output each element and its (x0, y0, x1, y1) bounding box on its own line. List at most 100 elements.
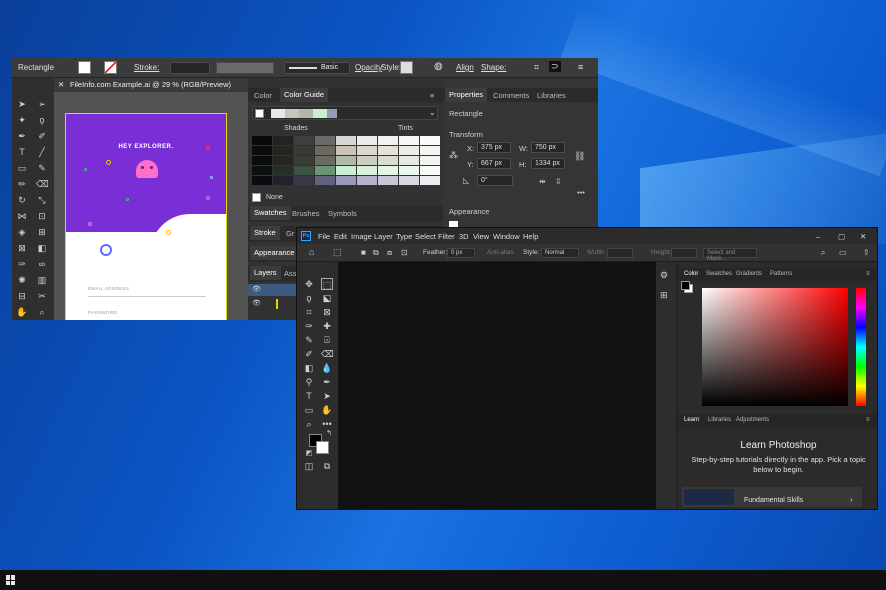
shade-swatch[interactable] (399, 136, 419, 145)
shade-swatch[interactable] (273, 156, 293, 165)
shape-builder-icon[interactable]: ◈ (16, 226, 28, 238)
properties-icon[interactable]: ⊞ (660, 290, 668, 301)
shade-swatch[interactable] (315, 176, 335, 185)
close-tab-icon[interactable]: ✕ (58, 80, 64, 89)
history-brush-icon[interactable]: ✐ (303, 348, 315, 360)
harmony-bar[interactable]: ⌄ (252, 106, 438, 120)
zoom-tool-icon[interactable]: ⌕ (303, 418, 315, 430)
h-field[interactable]: 1334 px (531, 158, 565, 169)
menu-layer[interactable]: Layer (374, 232, 393, 241)
panel-menu-icon[interactable]: ≡ (866, 271, 870, 277)
shade-swatch[interactable] (357, 166, 377, 175)
shade-swatch[interactable] (273, 146, 293, 155)
shade-swatch[interactable] (336, 156, 356, 165)
fill-swatch[interactable] (78, 61, 91, 74)
style-select[interactable]: Normal (541, 248, 579, 258)
shade-swatch[interactable] (357, 146, 377, 155)
menu-icon[interactable]: ≡ (578, 62, 583, 72)
menu-help[interactable]: Help (523, 232, 538, 241)
panel-foreground-swatch[interactable] (681, 281, 690, 290)
stroke-label[interactable]: Stroke: (134, 63, 159, 72)
brush-tool-icon[interactable]: ✎ (303, 334, 315, 346)
tab-libraries[interactable]: Libraries (537, 91, 566, 100)
shade-swatch[interactable] (315, 156, 335, 165)
shade-swatch[interactable] (420, 146, 440, 155)
shade-swatch[interactable] (378, 176, 398, 185)
magic-wand-icon[interactable]: ✦ (16, 114, 28, 126)
opacity-label[interactable]: Opacity (355, 63, 382, 72)
paintbrush-tool-icon[interactable]: ✎ (36, 162, 48, 174)
shade-swatch[interactable] (252, 176, 272, 185)
history-icon[interactable]: ⚙ (660, 270, 668, 281)
shade-swatch[interactable] (252, 146, 272, 155)
type-tool-icon[interactable]: T (303, 390, 315, 402)
object-selection-icon[interactable]: ⬕ (321, 292, 333, 304)
pen-tool-icon[interactable]: ✒ (16, 130, 28, 142)
move-tool-icon[interactable]: ✥ (303, 278, 315, 290)
healing-brush-icon[interactable]: ✚ (321, 320, 333, 332)
menu-file[interactable]: File (318, 232, 330, 241)
eraser-tool-icon[interactable]: ⌫ (36, 178, 49, 190)
tab-color[interactable]: Color (254, 91, 272, 100)
align-label[interactable]: Align (456, 63, 474, 72)
eye-icon[interactable]: 👁 (252, 285, 261, 293)
gradient-tool-icon[interactable]: ◧ (303, 362, 315, 374)
shade-swatch[interactable] (294, 176, 314, 185)
transform-icon[interactable]: ⌗ (534, 62, 539, 73)
shade-swatch[interactable] (420, 156, 440, 165)
shade-swatch[interactable] (294, 136, 314, 145)
path-selection-icon[interactable]: ➤ (321, 390, 333, 402)
height-field[interactable] (671, 248, 697, 258)
gradient-tool-icon[interactable]: ◧ (36, 242, 48, 254)
intersect-selection-icon[interactable]: ⊡ (401, 248, 408, 257)
tab-libraries[interactable]: Libraries (708, 417, 731, 423)
shade-swatch[interactable] (357, 136, 377, 145)
color-picker-field[interactable] (702, 288, 848, 406)
shade-swatch[interactable] (399, 176, 419, 185)
antialias-checkbox[interactable]: Anti-alias (487, 249, 514, 256)
shaper-tool-icon[interactable]: ✏ (16, 178, 28, 190)
type-tool-icon[interactable]: T (16, 146, 28, 158)
angle-field[interactable]: 0° (477, 175, 513, 186)
tab-appearance[interactable]: Appearance (250, 246, 299, 260)
feather-field[interactable]: 0 px (447, 248, 475, 258)
tab-learn[interactable]: Learn (684, 417, 699, 423)
eyedropper-tool-icon[interactable]: ✑ (16, 258, 28, 270)
hue-slider[interactable] (856, 288, 866, 406)
more-options-icon[interactable]: ••• (577, 188, 585, 197)
selection-tool-icon[interactable]: ➤ (16, 98, 28, 110)
tab-swatches[interactable]: Swatches (706, 271, 732, 277)
y-field[interactable]: 667 px (477, 158, 511, 169)
hand-tool-icon[interactable]: ✋ (16, 306, 28, 318)
tab-swatches[interactable]: Swatches (250, 206, 291, 220)
close-icon[interactable]: ✕ (860, 232, 866, 241)
menu-edit[interactable]: Edit (334, 232, 347, 241)
tab-brushes[interactable]: Brushes (292, 209, 320, 218)
workspace-icon[interactable]: ▭ (839, 248, 847, 257)
x-field[interactable]: 375 px (477, 142, 511, 153)
lasso-tool-icon[interactable]: ϙ (303, 292, 315, 304)
share-icon[interactable]: ⇪ (863, 248, 870, 257)
style-swatch[interactable] (400, 61, 413, 74)
shade-swatch[interactable] (420, 166, 440, 175)
shade-swatch[interactable] (315, 166, 335, 175)
shade-swatch[interactable] (294, 166, 314, 175)
screen-mode-icon[interactable]: ⧉ (321, 460, 333, 472)
shade-swatch[interactable] (315, 136, 335, 145)
home-icon[interactable]: ⌂ (309, 247, 314, 257)
eyedropper-tool-icon[interactable]: ✑ (303, 320, 315, 332)
tab-symbols[interactable]: Symbols (328, 209, 357, 218)
artboard[interactable]: HEY EXPLORER. EMAIL ADDRESS PASSWORD (66, 114, 226, 320)
shade-swatch[interactable] (378, 166, 398, 175)
shade-swatch[interactable] (252, 136, 272, 145)
shade-swatch[interactable] (273, 176, 293, 185)
blend-tool-icon[interactable]: ∞ (36, 258, 48, 270)
brush-field[interactable]: Basic (284, 62, 350, 74)
tab-patterns[interactable]: Patterns (770, 271, 792, 277)
zoom-tool-icon[interactable]: ⌕ (36, 306, 48, 318)
menu-filter[interactable]: Filter (438, 232, 455, 241)
subtract-selection-icon[interactable]: ⧈ (387, 248, 392, 258)
eraser-tool-icon[interactable]: ⌫ (321, 348, 334, 360)
panel-menu-icon[interactable]: ≡ (430, 91, 434, 100)
document-tab[interactable]: ✕ FileInfo.com Example.ai @ 29 % (RGB/Pr… (54, 78, 248, 92)
